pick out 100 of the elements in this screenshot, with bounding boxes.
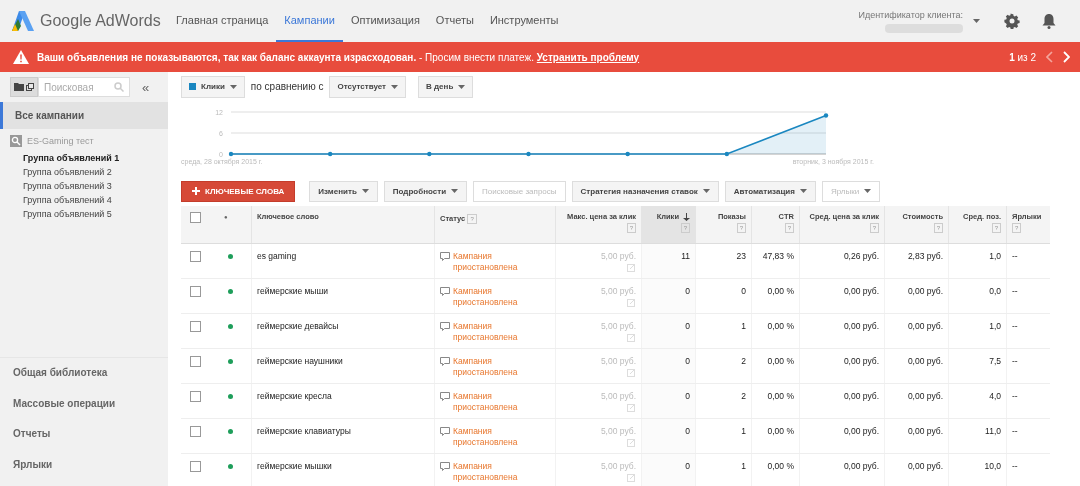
table-cell: 0,00 руб.: [907, 461, 943, 471]
alert-message: Ваши объявления не показываются, так как баланс аккаунта израсходован. - Просим внести платеж. Устранить проблему: [37, 51, 640, 63]
metric-dropdown[interactable]: Клики: [181, 75, 245, 98]
table-cell: 1,0: [989, 321, 1001, 331]
max-cpc-value: 5,00 руб.: [599, 391, 636, 401]
ad-group-item[interactable]: Группа объявлений 1: [0, 151, 168, 165]
table-cell: 0,00 руб.: [843, 391, 879, 401]
table-cell: 7,5: [989, 356, 1001, 366]
status-text: Кампания приостановлена: [453, 286, 519, 308]
search-campaign-icon: [10, 135, 22, 147]
keyword-text[interactable]: es gaming: [257, 251, 297, 261]
table-cell: 0,00 руб.: [907, 356, 943, 366]
period-dropdown[interactable]: В день: [418, 75, 474, 98]
table-cell: 0,00 руб.: [843, 321, 879, 331]
sidebar-item[interactable]: Массовые операции: [0, 388, 168, 419]
max-cpc-value: 5,00 руб.: [599, 426, 636, 436]
data-point: [228, 151, 234, 157]
caret-icon: [229, 84, 237, 89]
table-cell: 10,0: [984, 461, 1001, 471]
table-cell: 23: [736, 251, 746, 261]
search-icon: [114, 82, 124, 92]
table-cell: 0,00 руб.: [907, 286, 943, 296]
collapse-button[interactable]: «: [138, 79, 154, 95]
next-icon[interactable]: [1063, 51, 1070, 63]
table-cell: --: [1012, 426, 1018, 436]
speech-bubble-icon: [440, 462, 450, 471]
speech-bubble-icon: [440, 392, 450, 401]
settings-icon[interactable]: [1004, 13, 1020, 29]
sort-down-icon: [683, 213, 690, 221]
row-checkbox[interactable]: [190, 461, 201, 472]
nav-tab[interactable]: Инструменты: [481, 0, 567, 42]
row-checkbox[interactable]: [190, 321, 201, 332]
select-all-checkbox[interactable]: [190, 212, 201, 223]
table-cell: 0,00 %: [767, 391, 794, 401]
keyword-text[interactable]: геймерские мышки: [257, 461, 332, 471]
max-cpc-value: 5,00 руб.: [599, 356, 636, 366]
caret-icon: [702, 189, 710, 193]
table-cell: 0: [685, 286, 690, 296]
fix-problem-link[interactable]: Устранить проблему: [536, 51, 640, 63]
warning-icon: [13, 50, 29, 64]
caret-icon: [451, 189, 459, 193]
plus-icon: [192, 187, 200, 195]
data-point: [823, 113, 829, 118]
status-text: Кампания приостановлена: [453, 251, 519, 273]
table-cell: 0,00 руб.: [843, 426, 879, 436]
windows-icon: [26, 83, 34, 91]
table-cell: 1: [741, 461, 746, 471]
ad-group-item[interactable]: Группа объявлений 2: [0, 165, 168, 179]
all-campaigns-item[interactable]: Все кампании: [0, 102, 168, 129]
ad-group-item[interactable]: Группа объявлений 5: [0, 207, 168, 221]
notification-bell-icon[interactable]: [1042, 13, 1056, 29]
nav-tab[interactable]: Отчеты: [427, 0, 482, 42]
keyword-text[interactable]: геймерские клавиатуры: [257, 426, 351, 436]
logo-icon: [12, 11, 34, 31]
toolbar-button[interactable]: Автоматизация: [724, 180, 816, 202]
add-keywords-button[interactable]: КЛЮЧЕВЫЕ СЛОВА: [181, 180, 296, 202]
row-checkbox[interactable]: [190, 356, 201, 367]
status-text: Кампания приостановлена: [453, 391, 519, 413]
compare-dropdown[interactable]: Отсутствует: [329, 75, 407, 98]
previous-icon[interactable]: [1046, 51, 1053, 63]
compare-label: по сравнению с: [250, 81, 324, 92]
table-cell: 0,00 %: [767, 461, 794, 471]
table-cell: 11: [681, 251, 690, 261]
table-cell: 0,00 руб.: [843, 461, 879, 471]
search-field[interactable]: Поисковая: [38, 77, 130, 97]
sidebar-item[interactable]: Ярлыки: [0, 449, 168, 480]
max-cpc-value: 5,00 руб.: [599, 251, 636, 261]
table-cell: --: [1012, 461, 1018, 471]
ad-group-item[interactable]: Группа объявлений 4: [0, 193, 168, 207]
table-cell: 0,00 %: [767, 321, 794, 331]
caret-icon: [391, 84, 399, 89]
toolbar-button[interactable]: Изменить: [309, 180, 378, 202]
keyword-text[interactable]: геймерские кресла: [257, 391, 332, 401]
table-cell: 0,26 руб.: [843, 251, 879, 261]
table-cell: 2: [741, 391, 746, 401]
keyword-text[interactable]: геймерские наушники: [257, 356, 343, 366]
caret-icon: [799, 189, 807, 193]
row-checkbox[interactable]: [190, 391, 201, 402]
table-cell: 0,00 руб.: [843, 286, 879, 296]
sidebar-item[interactable]: Отчеты: [0, 419, 168, 450]
speech-bubble-icon: [440, 287, 450, 296]
row-checkbox[interactable]: [190, 426, 201, 437]
toolbar-button[interactable]: Подробности: [383, 180, 468, 202]
table-cell: 0: [741, 286, 746, 296]
caret-icon[interactable]: [973, 19, 980, 23]
keyword-text[interactable]: геймерские девайсы: [257, 321, 339, 331]
table-cell: --: [1012, 356, 1018, 366]
keyword-text[interactable]: геймерские мыши: [257, 286, 328, 296]
sidebar-item[interactable]: Общая библиотека: [0, 358, 168, 389]
nav-tab[interactable]: Оптимизация: [342, 0, 428, 42]
table-cell: 47,83 %: [762, 251, 794, 261]
view-toggle[interactable]: [10, 77, 38, 97]
table-cell: 11,0: [985, 426, 1001, 436]
nav-tab[interactable]: Главная страница: [168, 0, 277, 42]
row-checkbox[interactable]: [190, 251, 201, 262]
table-cell: --: [1012, 251, 1018, 261]
row-checkbox[interactable]: [190, 286, 201, 297]
status-text: Кампания приостановлена: [453, 321, 519, 343]
ad-group-item[interactable]: Группа объявлений 3: [0, 179, 168, 193]
toolbar-button[interactable]: Стратегия назначения ставок: [571, 180, 719, 202]
